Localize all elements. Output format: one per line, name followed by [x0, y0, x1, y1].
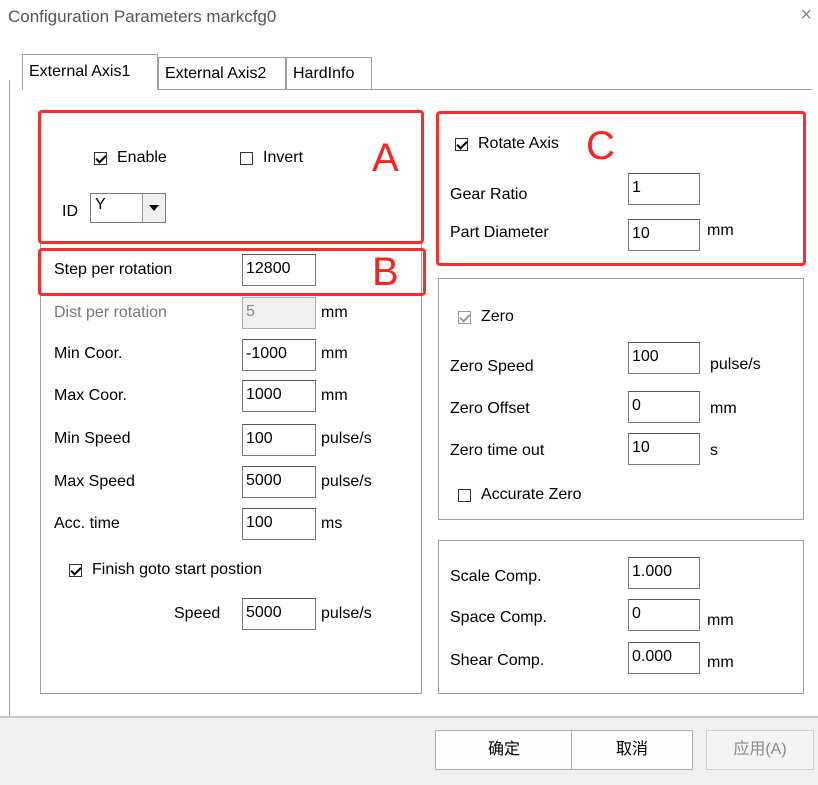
zero-offset-unit: mm [710, 400, 737, 417]
annotation-box-b [38, 248, 426, 296]
zero-offset-input[interactable]: 0 [628, 391, 700, 423]
zero-speed-unit: pulse/s [710, 356, 761, 373]
max-coor-input[interactable]: 1000 [242, 380, 316, 412]
zero-offset-label: Zero Offset [450, 400, 530, 417]
shear-comp-label: Shear Comp. [450, 652, 545, 669]
accurate-zero-check-box[interactable] [458, 488, 471, 502]
speed-unit: pulse/s [321, 605, 372, 622]
tab-hardinfo[interactable]: HardInfo [286, 57, 372, 89]
footer-panel [0, 718, 818, 785]
dist-per-rotation-input: 5 [242, 297, 316, 329]
shear-comp-unit: mm [707, 654, 734, 671]
ok-button[interactable]: 确定 [435, 730, 573, 770]
shear-comp-input[interactable]: 0.000 [628, 642, 700, 674]
acc-time-unit: ms [321, 515, 343, 532]
speed-label: Speed [174, 605, 221, 622]
zero-speed-label: Zero Speed [450, 358, 534, 375]
min-speed-input[interactable]: 100 [242, 424, 316, 456]
annotation-label-c: C [586, 124, 615, 168]
finish-goto-start-checkbox[interactable]: Finish goto start postion [69, 561, 262, 579]
space-comp-label: Space Comp. [450, 609, 547, 626]
max-speed-label: Max Speed [54, 473, 135, 490]
finish-goto-start-check-box[interactable] [69, 563, 82, 577]
tab-external-axis1[interactable]: External Axis1 [22, 54, 158, 90]
finish-goto-start-label: Finish goto start postion [92, 561, 262, 578]
zero-speed-input[interactable]: 100 [628, 342, 700, 374]
acc-time-input[interactable]: 100 [242, 508, 316, 540]
space-comp-input[interactable]: 0 [628, 599, 700, 631]
zero-checkbox: Zero [458, 308, 514, 326]
max-coor-unit: mm [321, 387, 348, 404]
min-speed-unit: pulse/s [321, 430, 372, 447]
annotation-label-a: A [372, 136, 399, 180]
max-speed-unit: pulse/s [321, 473, 372, 490]
zero-timeout-input[interactable]: 10 [628, 433, 700, 465]
annotation-box-a [38, 110, 424, 244]
dialog-left-edge [9, 80, 10, 720]
dist-unit: mm [321, 304, 348, 321]
apply-button: 应用(A) [706, 730, 814, 770]
min-coor-label: Min Coor. [54, 345, 123, 362]
zero-check-box [458, 310, 471, 324]
zero-timeout-label: Zero time out [450, 442, 545, 459]
zero-timeout-unit: s [710, 442, 718, 459]
accurate-zero-checkbox[interactable]: Accurate Zero [458, 486, 581, 504]
acc-time-label: Acc. time [54, 515, 120, 532]
min-coor-unit: mm [321, 345, 348, 362]
scale-comp-label: Scale Comp. [450, 568, 542, 585]
scale-comp-input[interactable]: 1.000 [628, 557, 700, 589]
max-coor-label: Max Coor. [54, 387, 127, 404]
close-icon[interactable]: × [800, 4, 812, 27]
annotation-label-b: B [372, 250, 399, 294]
cancel-button[interactable]: 取消 [571, 730, 693, 770]
zero-label: Zero [481, 308, 514, 325]
tab-external-axis2[interactable]: External Axis2 [158, 57, 286, 89]
annotation-box-c [436, 111, 806, 266]
min-coor-input[interactable]: -1000 [242, 339, 316, 371]
accurate-zero-label: Accurate Zero [481, 486, 582, 503]
dist-per-rotation-label: Dist per rotation [54, 304, 167, 321]
min-speed-label: Min Speed [54, 430, 131, 447]
space-comp-unit: mm [707, 612, 734, 629]
max-speed-input[interactable]: 5000 [242, 466, 316, 498]
speed-input[interactable]: 5000 [242, 598, 316, 630]
window-title: Configuration Parameters markcfg0 [8, 7, 277, 26]
